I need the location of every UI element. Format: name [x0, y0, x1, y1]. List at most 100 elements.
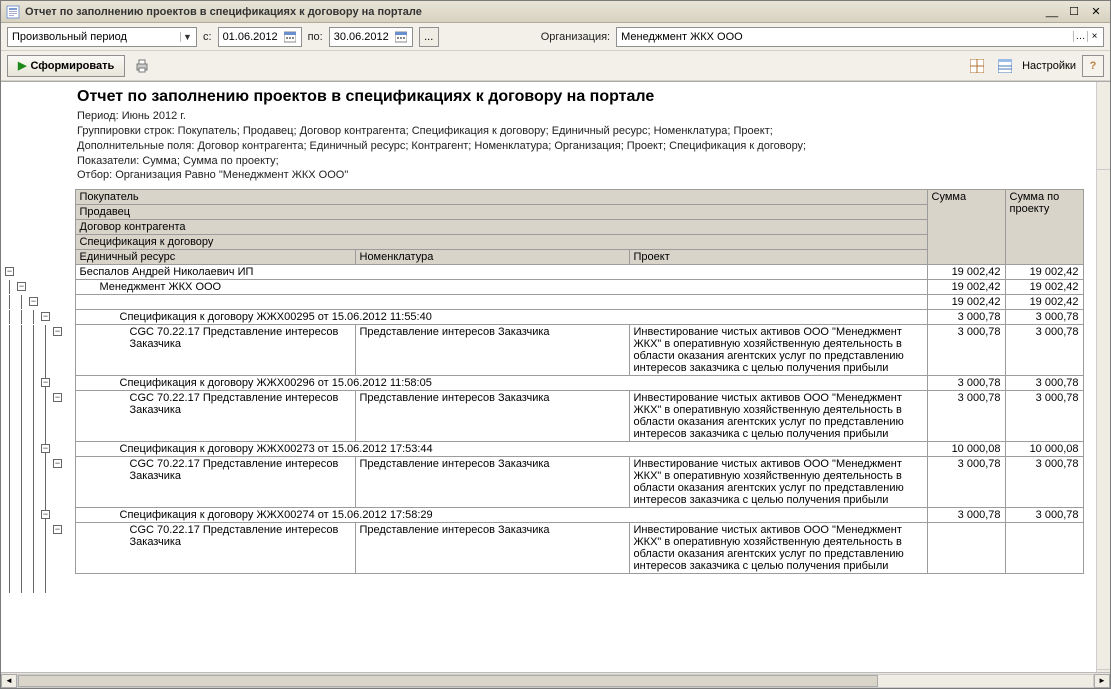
cell-sum-project: 19 002,42	[1005, 280, 1083, 295]
date-from-field[interactable]	[218, 27, 302, 47]
table-row[interactable]: − CGC 70.22.17 Представление интересов З…	[3, 325, 1083, 376]
col-sum: Сумма	[927, 190, 1005, 265]
calendar-icon[interactable]	[283, 30, 297, 44]
period-combo[interactable]: ▼	[7, 27, 197, 47]
collapse-icon[interactable]: −	[5, 267, 14, 276]
report-grid: Покупатель Сумма Сумма по проекту Продав…	[3, 189, 1084, 574]
table-row[interactable]: − CGC 70.22.17 Представление интересов З…	[3, 391, 1083, 442]
horizontal-scrollbar[interactable]: ◄ ►	[1, 672, 1110, 688]
action-toolbar: ▶ Сформировать Настройки ?	[1, 51, 1110, 81]
dropdown-icon[interactable]: ▼	[180, 32, 194, 42]
date-from-input[interactable]	[223, 31, 283, 43]
cell-nomen: Представление интересов Заказчика	[355, 457, 629, 508]
cell-project: Инвестирование чистых активов ООО "Менед…	[629, 391, 927, 442]
collapse-icon[interactable]: −	[29, 297, 38, 306]
collapse-icon[interactable]: −	[53, 393, 62, 402]
help-button[interactable]: ?	[1082, 55, 1104, 77]
print-button[interactable]	[131, 55, 153, 77]
scroll-left-icon[interactable]: ◄	[1, 674, 17, 688]
grid-view-button[interactable]	[966, 55, 988, 77]
maximize-button[interactable]: ☐	[1064, 4, 1084, 20]
table-row[interactable]: − Спецификация к договору ЖЖХ00296 от 15…	[3, 376, 1083, 391]
collapse-icon[interactable]: −	[17, 282, 26, 291]
calendar-icon[interactable]	[394, 30, 408, 44]
cell-sum-project: 3 000,78	[1005, 310, 1083, 325]
col-buyer: Покупатель	[75, 190, 927, 205]
cell-sum: 19 002,42	[927, 265, 1005, 280]
cell-sum: 19 002,42	[927, 295, 1005, 310]
cell-project: Инвестирование чистых активов ООО "Менед…	[629, 457, 927, 508]
report-header: Отчет по заполнению проектов в специфика…	[1, 84, 1110, 189]
collapse-icon[interactable]: −	[41, 312, 50, 321]
from-label: с:	[203, 31, 212, 43]
to-label: по:	[308, 31, 323, 43]
cell-sum: 3 000,78	[927, 310, 1005, 325]
collapse-icon[interactable]: −	[41, 378, 50, 387]
cell-buyer: Беспалов Андрей Николаевич ИП	[75, 265, 927, 280]
organization-field[interactable]: … ×	[616, 27, 1104, 47]
organization-input[interactable]	[621, 31, 1073, 43]
table-row[interactable]: − CGC 70.22.17 Представление интересов З…	[3, 523, 1083, 574]
collapse-icon[interactable]: −	[41, 510, 50, 519]
col-seller: Продавец	[75, 205, 927, 220]
report-viewport[interactable]: Отчет по заполнению проектов в специфика…	[1, 81, 1110, 672]
help-icon: ?	[1090, 60, 1097, 72]
table-row[interactable]: − Спецификация к договору ЖЖХ00274 от 15…	[3, 508, 1083, 523]
cell-spec: Спецификация к договору ЖЖХ00295 от 15.0…	[75, 310, 927, 325]
table-row[interactable]: − Спецификация к договору ЖЖХ00295 от 15…	[3, 310, 1083, 325]
cell-sum: 10 000,08	[927, 442, 1005, 457]
cell-sum-project	[1005, 523, 1083, 574]
cell-sum	[927, 523, 1005, 574]
close-button[interactable]: ✕	[1086, 4, 1106, 20]
col-resource: Единичный ресурс	[75, 250, 355, 265]
titlebar: Отчет по заполнению проектов в специфика…	[1, 1, 1110, 23]
table-row[interactable]: − CGC 70.22.17 Представление интересов З…	[3, 457, 1083, 508]
col-contract: Договор контрагента	[75, 220, 927, 235]
collapse-icon[interactable]: −	[53, 459, 62, 468]
table-row[interactable]: − Беспалов Андрей Николаевич ИП 19 002,4…	[3, 265, 1083, 280]
cell-resource: CGC 70.22.17 Представление интересов Зак…	[75, 523, 355, 574]
minimize-button[interactable]: __	[1042, 4, 1062, 20]
generate-button-label: Сформировать	[30, 60, 114, 72]
settings-button[interactable]: Настройки	[1022, 60, 1076, 72]
scroll-right-icon[interactable]: ►	[1094, 674, 1110, 688]
report-title: Отчет по заполнению проектов в специфика…	[77, 88, 1102, 106]
table-row[interactable]: − Спецификация к договору ЖЖХ00273 от 15…	[3, 442, 1083, 457]
period-picker-button[interactable]: ...	[419, 27, 439, 47]
report-filter: Отбор: Организация Равно "Менеджмент ЖКХ…	[77, 168, 1102, 183]
collapse-icon[interactable]: −	[53, 327, 62, 336]
report-groupings: Группировки строк: Покупатель; Продавец;…	[77, 124, 1102, 139]
collapse-icon[interactable]: −	[53, 525, 62, 534]
clear-icon[interactable]: ×	[1087, 31, 1101, 42]
window-title: Отчет по заполнению проектов в специфика…	[25, 6, 1042, 18]
cell-project: Инвестирование чистых активов ООО "Менед…	[629, 325, 927, 376]
cell-sum: 3 000,78	[927, 376, 1005, 391]
cell-sum: 3 000,78	[927, 457, 1005, 508]
collapse-icon[interactable]: −	[41, 444, 50, 453]
col-sum-project: Сумма по проекту	[1005, 190, 1083, 265]
cell-contract	[75, 295, 927, 310]
generate-button[interactable]: ▶ Сформировать	[7, 55, 125, 77]
ellipsis-icon[interactable]: …	[1073, 31, 1087, 42]
date-to-field[interactable]	[329, 27, 413, 47]
report-measures: Показатели: Сумма; Сумма по проекту;	[77, 154, 1102, 169]
date-to-input[interactable]	[334, 31, 394, 43]
cell-sum-project: 3 000,78	[1005, 325, 1083, 376]
period-combo-value[interactable]	[12, 31, 180, 43]
cell-resource: CGC 70.22.17 Представление интересов Зак…	[75, 391, 355, 442]
vertical-ruler	[1096, 82, 1110, 672]
cell-spec: Спецификация к договору ЖЖХ00273 от 15.0…	[75, 442, 927, 457]
play-icon: ▶	[18, 59, 26, 72]
scroll-thumb[interactable]	[18, 675, 878, 687]
cell-sum: 3 000,78	[927, 508, 1005, 523]
cell-sum-project: 19 002,42	[1005, 265, 1083, 280]
app-icon	[5, 4, 21, 20]
cell-sum-project: 10 000,08	[1005, 442, 1083, 457]
scroll-track[interactable]	[17, 674, 1094, 688]
table-view-button[interactable]	[994, 55, 1016, 77]
col-nomen: Номенклатура	[355, 250, 629, 265]
table-row[interactable]: − 19 002,42 19 002,42	[3, 295, 1083, 310]
filter-toolbar: ▼ с: по: ... Организация: … ×	[1, 23, 1110, 51]
cell-sum-project: 3 000,78	[1005, 376, 1083, 391]
table-row[interactable]: − Менеджмент ЖКХ ООО 19 002,42 19 002,42	[3, 280, 1083, 295]
